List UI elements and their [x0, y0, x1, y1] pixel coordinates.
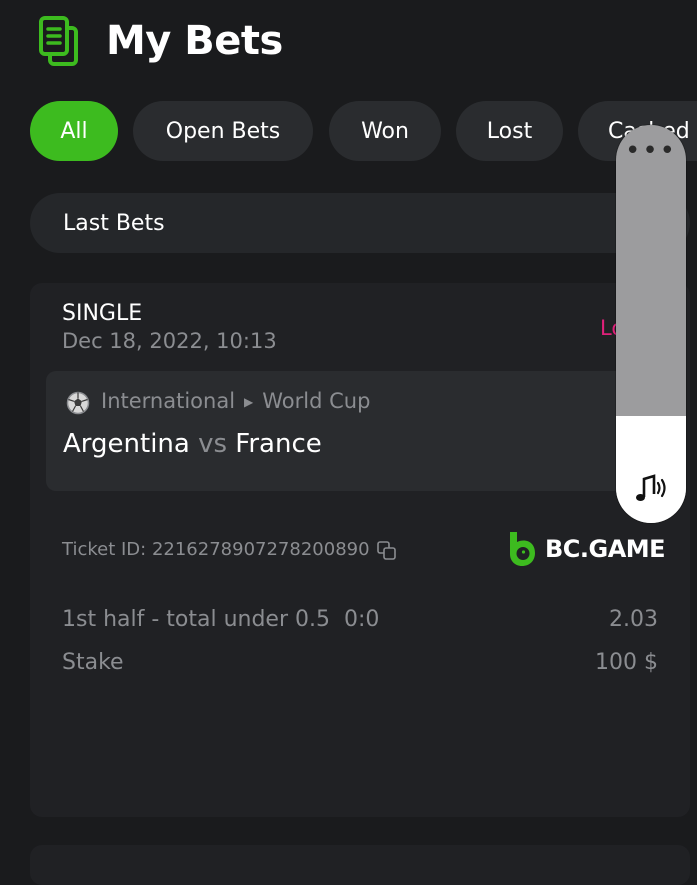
last-bets-selector[interactable]: Last Bets — [30, 193, 690, 253]
tab-lost[interactable]: Lost — [456, 101, 563, 161]
league-region: International — [101, 389, 236, 413]
tab-won-label: Won — [361, 118, 409, 144]
volume-music-icon[interactable] — [630, 467, 672, 509]
stake-label: Stake — [62, 650, 124, 675]
next-bet-card[interactable] — [30, 845, 690, 885]
tab-all[interactable]: All — [30, 101, 118, 161]
league-competition: World Cup — [262, 389, 371, 413]
copy-icon[interactable] — [376, 540, 398, 562]
page-title: My Bets — [106, 18, 283, 64]
ticket-id-label: Ticket ID: — [62, 539, 147, 560]
league-breadcrumb: International ▶ World Cup — [101, 389, 370, 413]
bets-document-icon — [39, 16, 78, 66]
stake-value: 100 $ — [595, 650, 658, 675]
tab-open-bets[interactable]: Open Bets — [133, 101, 313, 161]
brand-text: BC.GAME — [545, 535, 666, 563]
last-bets-label: Last Bets — [63, 210, 165, 236]
odds-value: 2.03 — [609, 607, 658, 632]
teams: Argentina vs France — [63, 429, 322, 459]
away-team: France — [235, 429, 322, 459]
bc-game-logo-icon — [510, 532, 535, 566]
tab-all-label: All — [60, 118, 88, 144]
brand-logo: BC.GAME — [507, 530, 666, 568]
ticket-id: Ticket ID: 2216278907278200890 — [62, 539, 370, 560]
selection-score: 0:0 — [344, 607, 380, 632]
tab-won[interactable]: Won — [329, 101, 441, 161]
bet-type: SINGLE — [62, 301, 143, 326]
selection-label: 1st half - total under 0.5 — [62, 607, 330, 632]
home-team: Argentina — [63, 429, 190, 459]
volume-overlay[interactable]: ••• — [616, 125, 686, 523]
selection-row: 1st half - total under 0.5 0:0 — [62, 607, 379, 632]
tab-open-bets-label: Open Bets — [165, 118, 281, 144]
ticket-id-value: 2216278907278200890 — [151, 539, 370, 560]
bet-card[interactable]: SINGLE Dec 18, 2022, 10:13 Lost Internat… — [30, 283, 690, 817]
breadcrumb-separator-icon: ▶ — [244, 395, 254, 409]
filter-tabs: All Open Bets Won Lost Cashed — [30, 101, 697, 161]
match-info[interactable]: International ▶ World Cup Argentina vs Fra… — [46, 371, 674, 491]
vs-label: vs — [198, 429, 228, 459]
tab-lost-label: Lost — [486, 118, 533, 144]
soccer-ball-icon — [66, 391, 90, 415]
bet-date: Dec 18, 2022, 10:13 — [62, 329, 277, 353]
more-options-icon[interactable]: ••• — [616, 138, 686, 164]
